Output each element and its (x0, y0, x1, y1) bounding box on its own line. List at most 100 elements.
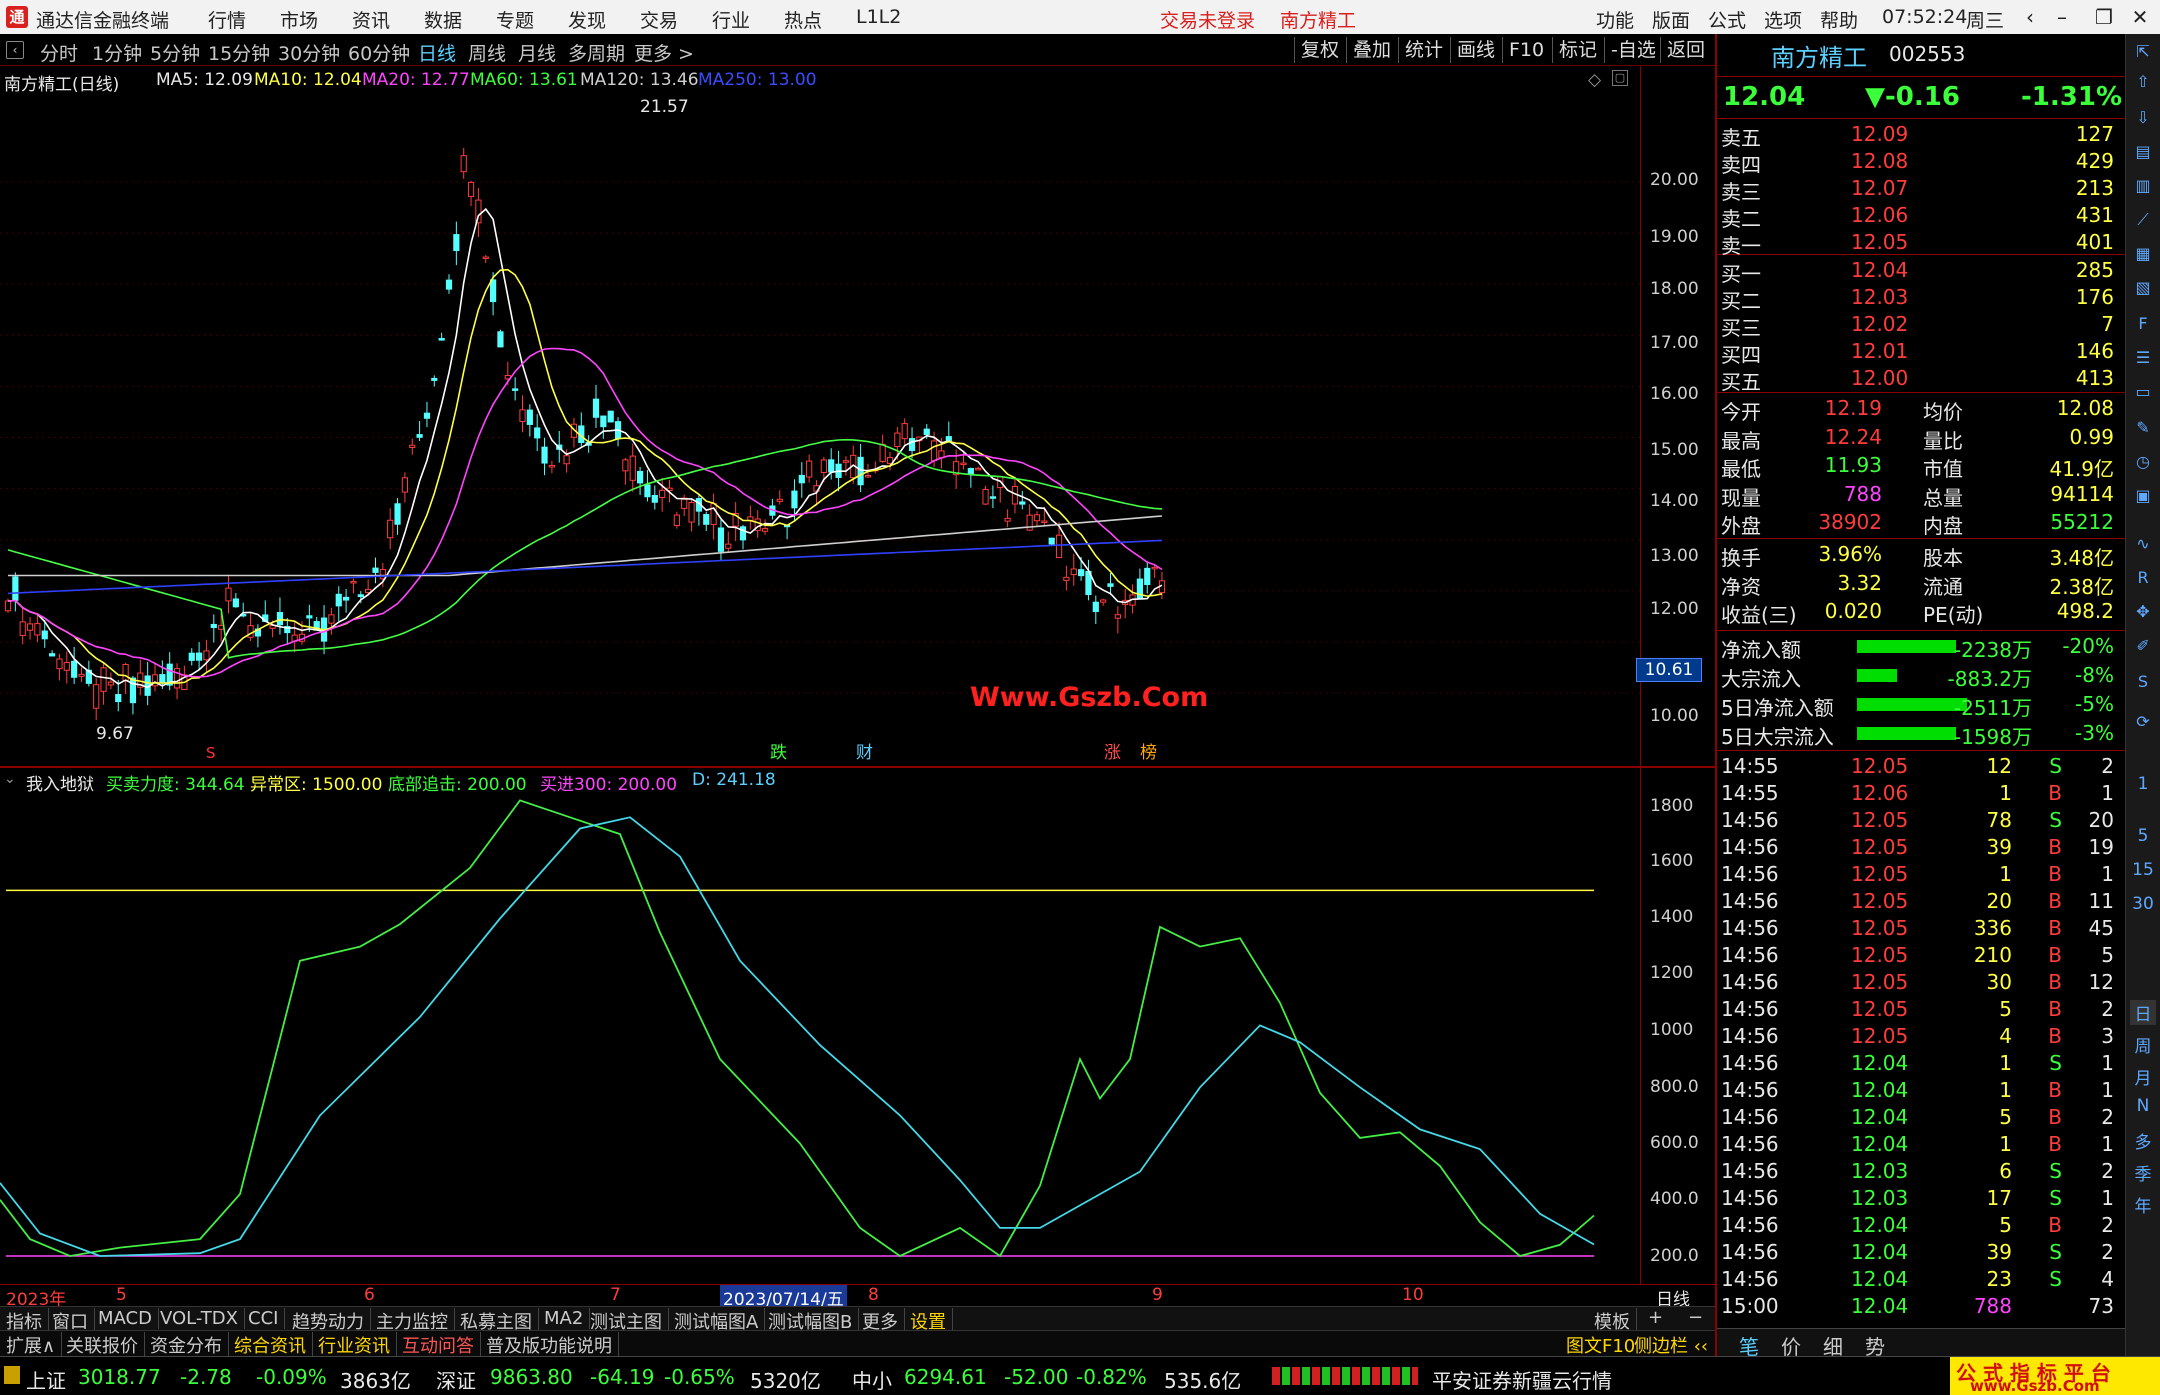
menu-xuanxiang[interactable]: 选项 (1764, 6, 1802, 33)
zx-label[interactable]: 中小 (852, 1365, 892, 1394)
tool-biaoji[interactable]: 标记 (1552, 37, 1603, 63)
zoom-in-icon[interactable]: + (1648, 1307, 1663, 1328)
tab-kuozhan[interactable]: 扩展∧ (0, 1332, 63, 1358)
rsi-icon[interactable]: R (2130, 566, 2156, 590)
menu-zhuanti[interactable]: 专题 (496, 6, 534, 33)
menu-hangqing[interactable]: 行情 (208, 6, 246, 33)
kline-chart[interactable]: 21.57 9.67 Www.Gszb.Com S 跌 财 涨榜 (0, 94, 1640, 766)
refresh-icon[interactable]: ⟳ (2130, 710, 2156, 734)
pen-icon[interactable]: ✎ (2130, 416, 2156, 440)
tab-ma2[interactable]: MA2 (538, 1308, 591, 1329)
menu-gongshi[interactable]: 公式 (1708, 6, 1746, 33)
menu-shichang[interactable]: 市场 (280, 6, 318, 33)
period-multi-r[interactable]: 多 (2130, 1128, 2156, 1153)
line-chart-icon[interactable]: ⟋ (2130, 208, 2156, 232)
menu-jiaoyi[interactable]: 交易 (640, 6, 678, 33)
close-icon[interactable]: ✕ (2126, 3, 2154, 31)
restore-icon[interactable]: ❐ (2090, 3, 2118, 31)
zoom-out-icon[interactable]: − (1688, 1307, 1703, 1328)
document-icon[interactable]: ▭ (2130, 380, 2156, 404)
f10-icon[interactable]: F (2130, 312, 2156, 336)
tool-f10[interactable]: F10 (1502, 37, 1550, 63)
period-fenshi[interactable]: 分时 (40, 39, 78, 66)
list-icon[interactable]: ☰ (2130, 346, 2156, 370)
tab-zijin[interactable]: 资金分布 (144, 1332, 229, 1358)
tab-tuwen-f10[interactable]: 图文F10 (1566, 1332, 1635, 1358)
indicator-chart[interactable] (0, 794, 1640, 1284)
period-n[interactable]: N (2130, 1096, 2156, 1116)
period-5min[interactable]: 5分钟 (150, 39, 200, 66)
trade-status[interactable]: 交易未登录 (1160, 6, 1255, 33)
indicator-menu-icon[interactable]: ⌄ (4, 771, 16, 787)
menu-hangye[interactable]: 行业 (712, 6, 750, 33)
menu-l1l2[interactable]: L1L2 (856, 6, 901, 28)
period-1[interactable]: 1 (2130, 774, 2156, 794)
period-monthly[interactable]: 月线 (518, 39, 556, 66)
bid-row[interactable]: 买四 12.01 146 (1717, 339, 2122, 367)
ask-row[interactable]: 卖三 12.07 213 (1717, 176, 2122, 204)
period-1min[interactable]: 1分钟 (92, 39, 142, 66)
bid-row[interactable]: 买三 12.02 7 (1717, 312, 2122, 340)
sh-label[interactable]: 上证 (26, 1365, 66, 1394)
diamond-icon[interactable]: ◇ (1588, 70, 1601, 90)
tab-cci[interactable]: CCI (242, 1308, 286, 1329)
ask-row[interactable]: 卖二 12.06 431 (1717, 203, 2122, 231)
tab-zonghe[interactable]: 综合资讯 (228, 1332, 313, 1358)
indicator-name[interactable]: 我入地狱 (26, 770, 94, 795)
ask-row[interactable]: 卖一 12.05 401 (1717, 230, 2122, 258)
clock-icon[interactable]: ◷ (2130, 450, 2156, 474)
period-5[interactable]: 5 (2130, 826, 2156, 846)
collapse-left-icon[interactable]: ‹ (6, 41, 24, 59)
bid-row[interactable]: 买五 12.00 413 (1717, 366, 2122, 394)
tab-hangye[interactable]: 行业资讯 (312, 1332, 397, 1358)
period-30[interactable]: 30 (2130, 894, 2156, 914)
down-arrow-icon[interactable]: ⇩ (2130, 106, 2156, 130)
wave-icon[interactable]: ∿ (2130, 532, 2156, 556)
period-month[interactable]: 月 (2130, 1064, 2156, 1089)
book-icon[interactable]: ▤ (2130, 140, 2156, 164)
period-30min[interactable]: 30分钟 (278, 39, 340, 66)
period-day[interactable]: 日 (2130, 1000, 2156, 1025)
menu-banmian[interactable]: 版面 (1652, 6, 1690, 33)
brush-icon[interactable]: ✐ (2130, 634, 2156, 658)
move-icon[interactable]: ✥ (2130, 600, 2156, 624)
calendar-icon[interactable]: ▣ (2130, 484, 2156, 508)
bid-row[interactable]: 买一 12.04 285 (1717, 258, 2122, 286)
period-week[interactable]: 周 (2130, 1032, 2156, 1057)
back-arrow-icon[interactable]: ‹ (2016, 3, 2044, 31)
tool-fanhui[interactable]: 返回 (1660, 37, 1711, 63)
pane-toggle-icon[interactable]: ▢ (1612, 70, 1628, 86)
period-year[interactable]: 年 (2130, 1192, 2156, 1217)
tab-macd[interactable]: MACD (92, 1308, 159, 1329)
period-60min[interactable]: 60分钟 (348, 39, 410, 66)
bid-row[interactable]: 买二 12.03 176 (1717, 285, 2122, 313)
period-daily[interactable]: 日线 (418, 39, 456, 66)
tab-sidebar[interactable]: 侧边栏 ‹‹ (1634, 1332, 1708, 1358)
menu-zixun[interactable]: 资讯 (352, 6, 390, 33)
tool-tongji[interactable]: 统计 (1398, 37, 1449, 63)
menu-redian[interactable]: 热点 (784, 6, 822, 33)
tool-huaxian[interactable]: 画线 (1450, 37, 1501, 63)
period-season[interactable]: 季 (2130, 1160, 2156, 1185)
fs-icon[interactable]: S (2130, 670, 2156, 694)
ask-row[interactable]: 卖五 12.09 127 (1717, 122, 2122, 150)
sz-label[interactable]: 深证 (436, 1365, 476, 1394)
bar-chart-icon[interactable]: ▥ (2130, 174, 2156, 198)
menu-shuju[interactable]: 数据 (424, 6, 462, 33)
period-more[interactable]: 更多 > (634, 39, 694, 66)
tool-fuquan[interactable]: 复权 (1294, 37, 1345, 63)
tab-hudong[interactable]: 互动问答 (396, 1332, 481, 1358)
ask-row[interactable]: 卖四 12.08 429 (1717, 149, 2122, 177)
tab-puji[interactable]: 普及版功能说明 (480, 1332, 619, 1358)
collapse-icon[interactable]: ⇱ (2130, 40, 2156, 64)
minimize-icon[interactable]: – (2048, 3, 2076, 31)
grid-icon[interactable]: ▧ (2130, 276, 2156, 300)
period-multi[interactable]: 多周期 (568, 39, 625, 66)
menu-bangzhu[interactable]: 帮助 (1820, 6, 1858, 33)
period-15min[interactable]: 15分钟 (208, 39, 270, 66)
menu-faxian[interactable]: 发现 (568, 6, 606, 33)
tool-zixuan[interactable]: -自选 (1604, 37, 1662, 63)
tool-diejia[interactable]: 叠加 (1346, 37, 1397, 63)
period-15[interactable]: 15 (2130, 860, 2156, 880)
up-arrow-icon[interactable]: ⇧ (2130, 70, 2156, 94)
